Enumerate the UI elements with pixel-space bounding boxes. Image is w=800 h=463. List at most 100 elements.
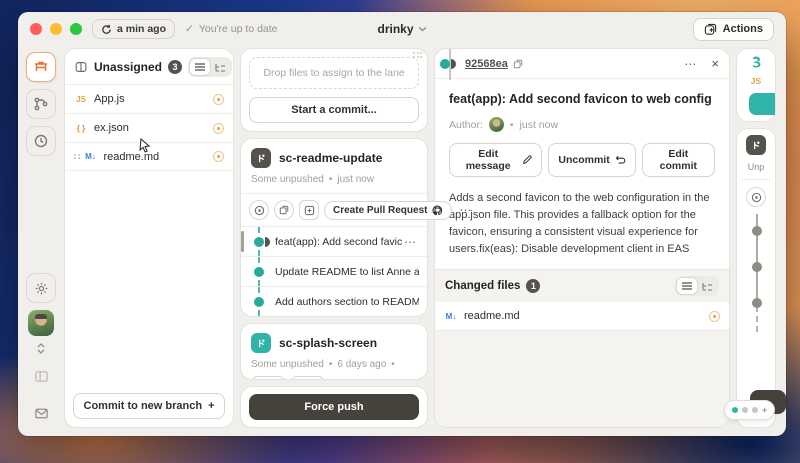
lane-dot[interactable] xyxy=(752,407,758,413)
lane-drag-handle[interactable] xyxy=(413,52,422,58)
markdown-file-icon: M↓ xyxy=(84,152,98,161)
user-avatar[interactable] xyxy=(28,310,54,336)
branch-name: sc-splash-screen xyxy=(279,336,377,350)
modified-status-icon[interactable] xyxy=(213,151,224,162)
force-push-button[interactable]: Force push xyxy=(249,394,419,420)
commit-row[interactable]: Update README to list Anne as pr... xyxy=(241,256,427,286)
commit-row-selected[interactable]: feat(app): Add second favico... ⋯ xyxy=(241,226,427,256)
branch-badge[interactable]: BR xyxy=(251,376,286,380)
lane-dot-active[interactable] xyxy=(732,407,738,413)
file-view-toggle xyxy=(188,57,232,77)
commit-to-new-branch-button[interactable]: Commit to new branch + xyxy=(73,393,225,419)
traffic-lights xyxy=(30,23,82,35)
commit-menu-button[interactable]: ⋯ xyxy=(682,57,699,71)
plus-icon: + xyxy=(208,400,214,412)
file-row-exjson[interactable]: { } ex.json xyxy=(65,113,233,142)
review-eye-button[interactable] xyxy=(249,200,269,220)
modified-status-icon[interactable] xyxy=(213,94,224,105)
changed-files-view-toggle xyxy=(675,276,719,296)
copy-sha-icon[interactable] xyxy=(513,59,523,69)
branch-header[interactable]: sc-splash-screen Some unpushed • 6 days … xyxy=(241,324,427,380)
lane-pager[interactable]: + xyxy=(724,400,775,420)
branch-card-sc-splash-screen: sc-splash-screen Some unpushed • 6 days … xyxy=(240,323,428,380)
add-lane-button[interactable]: + xyxy=(762,405,767,415)
file-name: readme.md xyxy=(104,151,160,163)
pr-badge[interactable]: PR xyxy=(290,376,325,380)
review-eye-button[interactable] xyxy=(746,187,766,207)
settings-button[interactable] xyxy=(26,273,56,303)
copy-branch-button[interactable] xyxy=(274,200,294,220)
create-pull-request-button[interactable]: Create Pull Request xyxy=(324,201,452,220)
file-row-appjs[interactable]: JS App.js xyxy=(65,84,233,113)
minimize-window-button[interactable] xyxy=(50,23,62,35)
commit-graph-context xyxy=(435,49,465,78)
separator-dot: • xyxy=(510,119,514,131)
project-name: drinky xyxy=(377,22,413,36)
actions-button[interactable]: Actions xyxy=(693,18,774,41)
unpushed-label: Unp xyxy=(748,162,765,172)
uncommit-label: Uncommit xyxy=(558,154,609,166)
commit-menu-button[interactable]: ⋯ xyxy=(402,235,419,249)
actions-label: Actions xyxy=(723,23,763,35)
tree-view-button[interactable] xyxy=(697,278,717,294)
commit-detail-panel: 92568ea ⋯ × feat(app): Add second favico… xyxy=(434,48,730,428)
branch-header[interactable]: sc-readme-update Some unpushed • just no… xyxy=(241,139,427,193)
start-commit-button[interactable]: Start a commit... xyxy=(249,97,419,123)
file-row-readmemd[interactable]: M↓ readme.md xyxy=(65,142,233,171)
js-file-icon: JS xyxy=(751,76,761,86)
add-dependent-branch-button[interactable] xyxy=(299,200,319,220)
edit-message-button[interactable]: Edit message xyxy=(449,143,542,177)
file-dropzone[interactable]: Drop files to assign to the lane xyxy=(249,57,419,89)
commit-dot xyxy=(752,226,762,236)
app-window: a min ago ✓ You're up to date drinky Act… xyxy=(18,12,786,436)
left-rail xyxy=(18,48,64,428)
pr-badge-label: PR xyxy=(307,378,319,380)
commit-row[interactable]: Add authors section to README file xyxy=(241,286,427,316)
commit-message: feat(app): Add second favico... xyxy=(275,236,402,248)
commit-dot xyxy=(440,59,450,69)
collapsed-branch-card[interactable]: Unp xyxy=(736,128,776,428)
tree-view-button[interactable] xyxy=(210,59,230,75)
list-view-button[interactable] xyxy=(190,59,210,75)
uncommit-button[interactable]: Uncommit xyxy=(548,143,635,177)
panel-toggle-button[interactable] xyxy=(26,361,56,391)
commit-author-row: Author: • just now xyxy=(449,117,715,132)
edit-commit-button[interactable]: Edit commit xyxy=(642,143,715,177)
local-branch-icon xyxy=(746,135,766,155)
lane-footer: Force push xyxy=(240,386,428,428)
branch-menu-button[interactable]: ⋯ xyxy=(457,203,474,217)
commit-description: Adds a second favicon to the web configu… xyxy=(449,190,715,258)
close-window-button[interactable] xyxy=(30,23,42,35)
modified-status-icon[interactable] xyxy=(709,311,720,322)
zoom-window-button[interactable] xyxy=(70,23,82,35)
collapsed-commit-graph xyxy=(737,214,775,332)
lane-dot[interactable] xyxy=(742,407,748,413)
modified-status-icon[interactable] xyxy=(213,123,224,134)
workspace-tab[interactable] xyxy=(26,52,56,82)
commit-sha-link[interactable]: 92568ea xyxy=(465,58,508,70)
collapsed-files-card[interactable]: JS xyxy=(736,48,776,122)
unassigned-header: Unassigned 3 xyxy=(65,49,233,84)
account-switcher[interactable] xyxy=(37,343,45,354)
json-file-icon: { } xyxy=(74,124,88,133)
stack-lane: Drop files to assign to the lane Start a… xyxy=(240,48,428,428)
branches-tab[interactable] xyxy=(26,89,56,119)
close-detail-button[interactable]: × xyxy=(711,56,719,71)
sidebar-layout-icon xyxy=(34,369,49,384)
separator-dot: • xyxy=(329,174,333,185)
changed-file-row[interactable]: M↓ readme.md xyxy=(435,302,729,331)
history-tab[interactable] xyxy=(26,126,56,156)
markdown-file-icon: M↓ xyxy=(444,312,458,321)
sync-status-button[interactable]: a min ago xyxy=(92,19,175,39)
selected-indicator xyxy=(241,231,244,252)
titlebar: a min ago ✓ You're up to date drinky Act… xyxy=(18,12,786,46)
edit-commit-label: Edit commit xyxy=(652,148,705,172)
drag-handle-icon[interactable] xyxy=(74,154,80,160)
unassigned-panel: Unassigned 3 JS App.js { } ex.json xyxy=(64,48,234,428)
branch-time: just now xyxy=(337,174,374,185)
remote-branch-icon xyxy=(251,333,271,353)
list-view-button[interactable] xyxy=(677,278,697,294)
branch-meta: Some unpushed • just now xyxy=(251,174,417,185)
feedback-button[interactable] xyxy=(26,398,56,428)
commit-time: just now xyxy=(520,119,559,131)
